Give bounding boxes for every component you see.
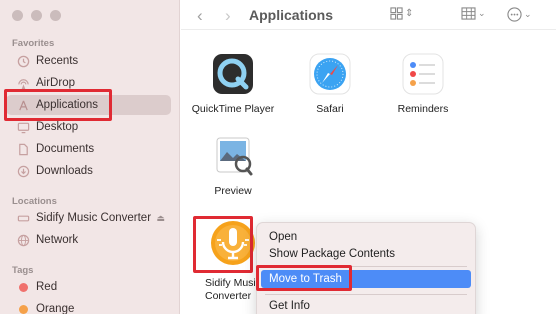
window-title: Applications — [249, 7, 334, 23]
annotation-highlight-sidify — [193, 216, 253, 273]
quicktime-app-icon — [213, 54, 253, 94]
drive-icon — [16, 211, 30, 225]
preview-app-icon — [216, 137, 253, 176]
sidebar-item-downloads[interactable]: Downloads — [6, 161, 171, 181]
safari-app-icon — [309, 53, 351, 95]
menu-item-get-info[interactable]: Get Info — [261, 297, 471, 314]
toolbar: ‹ › Applications ⇕ ⌄ ⌄ — [181, 0, 556, 30]
menu-item-show-package-contents[interactable]: Show Package Contents — [261, 245, 471, 263]
app-label: Preview — [214, 185, 252, 197]
sidebar-item-label: Network — [36, 234, 79, 246]
sidebar-item-label: Sidify Music Converter — [36, 212, 152, 224]
minimize-window-button[interactable] — [31, 10, 42, 21]
eject-icon[interactable]: ⏏ — [156, 213, 165, 224]
app-quicktime-player[interactable]: QuickTime Player — [188, 52, 278, 115]
reminders-app-icon — [402, 53, 444, 95]
sidebar-item-label: Red — [36, 281, 58, 293]
sidebar-item-label: Orange — [36, 303, 75, 314]
network-icon — [16, 233, 30, 247]
app-reminders[interactable]: Reminders — [378, 52, 468, 115]
favorites-section-title: Favorites — [12, 38, 55, 49]
sidebar-item-tag-red[interactable]: Red — [6, 277, 171, 297]
document-icon — [16, 142, 30, 156]
updown-chevron-icon: ⇕ — [405, 8, 414, 19]
more-actions-button[interactable]: ⌄ — [507, 7, 532, 22]
group-button[interactable]: ⌄ — [461, 7, 486, 20]
orange-tag-dot-icon — [16, 302, 30, 314]
locations-section-title: Locations — [12, 196, 57, 207]
app-label: Reminders — [397, 103, 449, 115]
annotation-highlight-applications — [4, 89, 112, 121]
sidebar-item-documents[interactable]: Documents — [6, 139, 171, 159]
close-window-button[interactable] — [12, 10, 23, 21]
sidebar-item-recents[interactable]: Recents — [6, 51, 171, 71]
app-label-line2: Converter — [205, 290, 252, 302]
zoom-window-button[interactable] — [50, 10, 61, 21]
window-controls — [12, 10, 61, 21]
view-mode-button[interactable]: ⇕ — [390, 7, 413, 20]
app-preview[interactable]: Preview — [188, 134, 278, 197]
sidebar-item-label: Downloads — [36, 165, 93, 177]
app-label: QuickTime Player — [191, 103, 275, 115]
clock-icon — [16, 54, 30, 68]
app-safari[interactable]: Safari — [285, 52, 375, 115]
sidebar-item-sidify-drive[interactable]: Sidify Music Converter ⏏ — [6, 208, 171, 228]
back-chevron-icon[interactable]: ‹ — [197, 6, 203, 26]
app-label-line1: Sidify Music — [205, 277, 262, 289]
sidebar-item-label: Documents — [36, 143, 95, 155]
annotation-highlight-move-to-trash — [256, 265, 352, 291]
group-grid-icon — [461, 7, 476, 20]
app-label: Safari — [316, 103, 344, 115]
menu-separator — [265, 294, 467, 295]
download-icon — [16, 164, 30, 178]
chevron-down-icon: ⌄ — [524, 9, 532, 19]
chevron-down-icon: ⌄ — [478, 8, 486, 18]
more-ellipsis-icon — [507, 7, 522, 22]
sidebar-item-label: AirDrop — [36, 77, 75, 89]
sidebar-item-label: Recents — [36, 55, 79, 67]
sidebar-item-network[interactable]: Network — [6, 230, 171, 250]
tags-section-title: Tags — [12, 265, 34, 276]
airdrop-icon — [16, 76, 30, 90]
grid-view-icon — [390, 7, 403, 20]
sidebar: Favorites Recents AirDrop Applications D… — [0, 0, 180, 314]
red-tag-dot-icon — [16, 280, 30, 294]
menu-item-open[interactable]: Open — [261, 228, 471, 246]
forward-chevron-icon[interactable]: › — [225, 6, 231, 26]
desktop-icon — [16, 120, 30, 134]
sidebar-item-tag-orange[interactable]: Orange — [6, 299, 171, 314]
sidebar-item-label: Desktop — [36, 121, 79, 133]
